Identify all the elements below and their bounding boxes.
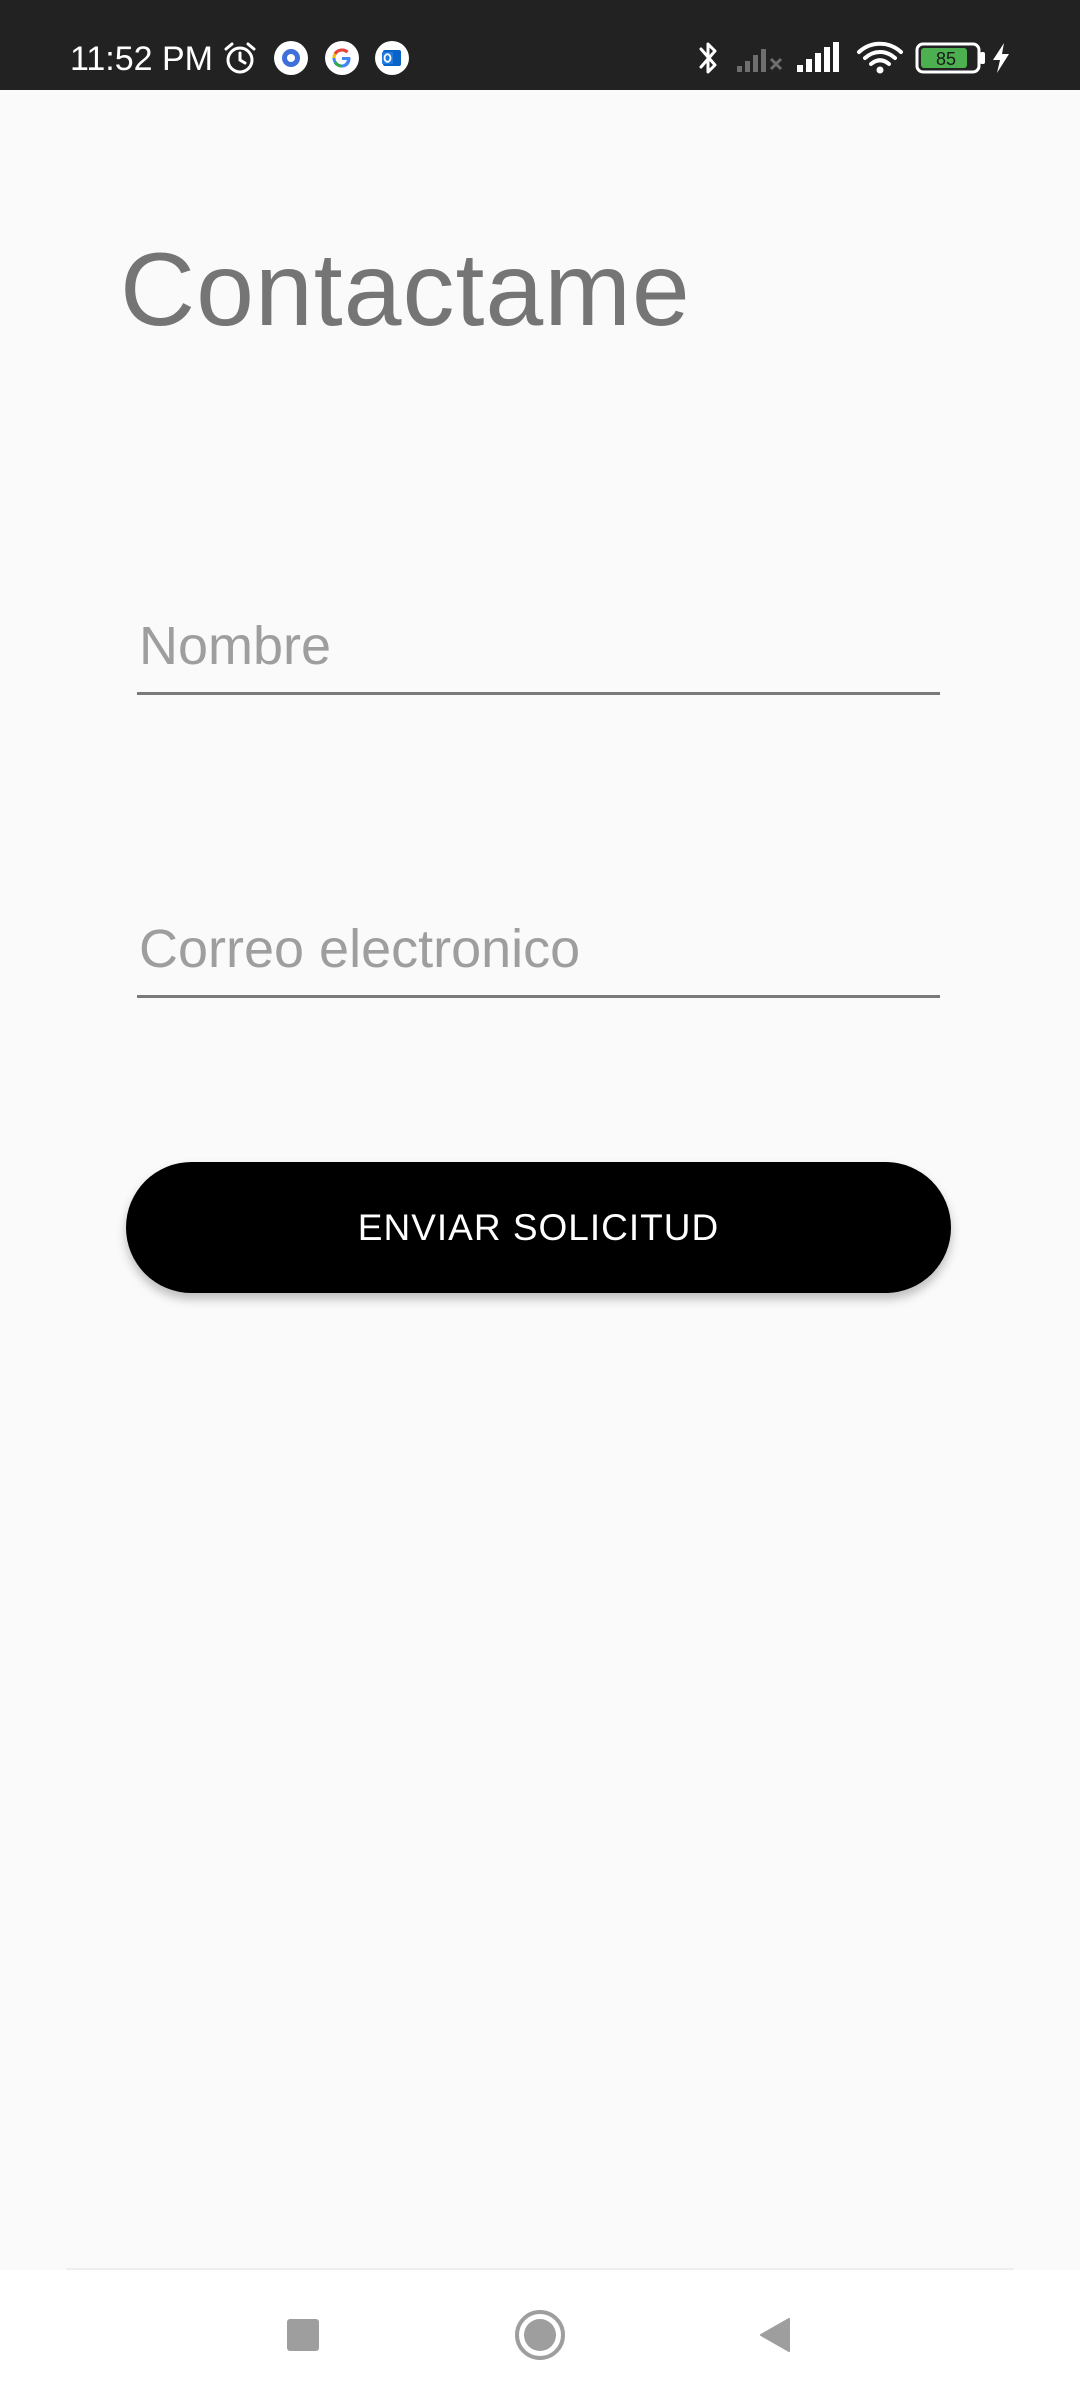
back-icon[interactable] [730, 2290, 820, 2380]
bluetooth-icon [690, 40, 726, 76]
name-input[interactable] [137, 605, 940, 695]
app-screen: 11:52 PM 85 Contactame Nombre Correo ele… [0, 0, 1080, 2400]
battery-icon: 85 [915, 40, 987, 76]
signal-icon [795, 40, 843, 76]
name-field-container [137, 605, 940, 695]
battery-level: 85 [936, 49, 956, 69]
navigation-bar [0, 2270, 1080, 2400]
status-time: 11:52 PM [70, 40, 214, 78]
email-input[interactable] [137, 908, 940, 998]
submit-request-button[interactable]: ENVIAR SOLICITUD [126, 1162, 951, 1293]
signal-no-service-icon [735, 40, 785, 76]
settings-notification-icon [273, 40, 309, 76]
status-bar: 11:52 PM 85 [0, 0, 1080, 90]
alarm-icon [222, 40, 258, 76]
wifi-icon [856, 40, 904, 76]
page-title: Contactame [120, 232, 691, 348]
email-field-container [137, 908, 940, 998]
google-icon [324, 40, 360, 76]
outlook-icon [374, 40, 410, 76]
recents-icon[interactable] [258, 2290, 348, 2380]
charging-icon [987, 40, 1015, 76]
home-icon[interactable] [495, 2290, 585, 2380]
